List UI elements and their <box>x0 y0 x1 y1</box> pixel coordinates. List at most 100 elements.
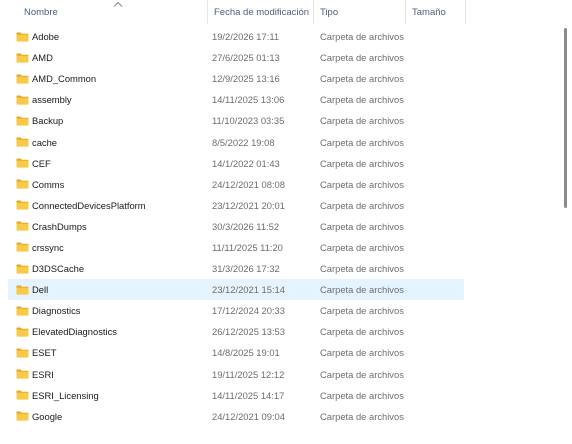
file-name: AMD_Common <box>32 73 97 85</box>
file-name-cell[interactable]: ESRI <box>16 364 54 385</box>
column-header-name[interactable]: Nombre <box>6 0 208 24</box>
column-header-date[interactable]: Fecha de modificación <box>208 0 314 24</box>
file-name-cell[interactable]: CrashDumps <box>16 216 87 237</box>
file-name-cell[interactable]: Backup <box>16 110 63 131</box>
column-header-name-label: Nombre <box>24 6 58 18</box>
folder-icon <box>16 369 29 379</box>
file-name-cell[interactable]: AMD_Common <box>16 68 96 89</box>
file-type: Carpeta de archivos <box>320 305 404 317</box>
file-list: Adobe 19/2/2026 17:11 Carpeta de archivos A… <box>0 26 560 427</box>
modified-date: 19/2/2026 17:11 <box>212 31 280 43</box>
folder-icon <box>16 32 29 42</box>
modified-date: 8/5/2022 19:08 <box>212 136 275 148</box>
file-name: Backup <box>32 115 64 127</box>
modified-date: 31/3/2026 17:32 <box>212 263 280 275</box>
file-row[interactable]: ElevatedDiagnostics 26/12/2025 13:53 Carpe… <box>0 321 560 342</box>
file-row[interactable]: crssync 11/11/2025 11:20 Carpeta de archiv… <box>0 237 560 258</box>
file-name: ESET <box>32 347 57 359</box>
file-name-cell[interactable]: AMD <box>16 47 53 68</box>
folder-icon <box>16 242 29 253</box>
file-name: Diagnostics <box>32 305 81 317</box>
scrollbar-thumb[interactable] <box>564 28 567 208</box>
folder-icon <box>16 53 29 63</box>
file-row[interactable]: Dell 23/12/2021 15:14 Carpeta de archivos <box>0 279 560 301</box>
modified-date: 19/11/2025 12:12 <box>212 368 285 380</box>
file-row[interactable]: Backup 11/10/2023 03:35 Carpeta de archivo… <box>0 110 560 131</box>
file-row[interactable]: D3DSCache 31/3/2026 17:32 Carpeta de archi… <box>0 258 560 279</box>
file-name: Adobe <box>32 31 60 43</box>
modified-date: 17/12/2024 20:33 <box>212 305 285 317</box>
file-name: Comms <box>32 178 65 190</box>
file-type: Carpeta de archivos <box>320 326 404 338</box>
file-row[interactable]: assembly 14/11/2025 13:06 Carpeta de archi… <box>0 89 560 110</box>
file-name: CrashDumps <box>32 220 87 232</box>
file-name: CEF <box>32 157 51 169</box>
file-row[interactable]: ESET 14/8/2025 19:01 Carpeta de archivos <box>0 342 560 363</box>
file-name-cell[interactable]: Dell <box>16 279 48 300</box>
file-name: ConnectedDevicesPlatform <box>32 199 146 211</box>
file-name-cell[interactable]: assembly <box>16 89 72 110</box>
modified-date: 14/11/2025 14:17 <box>212 389 285 401</box>
chevron-up-icon <box>113 1 123 7</box>
folder-icon <box>16 116 29 126</box>
file-name-cell[interactable]: Google <box>16 406 62 427</box>
file-type: Carpeta de archivos <box>320 284 404 296</box>
modified-date: 30/3/2026 11:52 <box>212 220 280 232</box>
file-name-cell[interactable]: ESRI_Licensing <box>16 385 99 406</box>
file-row[interactable]: AMD_Common 12/9/2025 13:16 Carpeta de arch… <box>0 68 560 89</box>
modified-date: 24/12/2021 08:08 <box>212 178 285 190</box>
modified-date: 14/11/2025 13:06 <box>212 94 285 106</box>
file-type: Carpeta de archivos <box>320 115 404 127</box>
file-name-cell[interactable]: crssync <box>16 237 64 258</box>
file-name-cell[interactable]: ConnectedDevicesPlatform <box>16 195 146 216</box>
file-name: ESRI_Licensing <box>32 389 99 401</box>
file-name-cell[interactable]: D3DSCache <box>16 258 84 279</box>
file-type: Carpeta de archivos <box>320 389 404 401</box>
file-type: Carpeta de archivos <box>320 73 404 85</box>
file-name-cell[interactable]: Diagnostics <box>16 300 80 321</box>
file-type: Carpeta de archivos <box>320 263 404 275</box>
folder-icon <box>16 137 29 147</box>
file-row[interactable]: CrashDumps 30/3/2026 11:52 Carpeta de arch… <box>0 216 560 237</box>
folder-icon <box>16 179 29 189</box>
modified-date: 27/6/2025 01:13 <box>212 52 280 64</box>
file-row[interactable]: AMD 27/6/2025 01:13 Carpeta de archivos <box>0 47 560 68</box>
file-row[interactable]: ConnectedDevicesPlatform 23/12/2021 20:01… <box>0 195 560 216</box>
file-name-cell[interactable]: CEF <box>16 153 51 174</box>
file-name-cell[interactable]: Adobe <box>16 26 59 47</box>
folder-icon <box>16 264 29 274</box>
folder-icon <box>16 285 29 295</box>
file-row[interactable]: Comms 24/12/2021 08:08 Carpeta de archivos <box>0 174 560 195</box>
folder-icon <box>16 221 29 231</box>
file-type: Carpeta de archivos <box>320 94 404 106</box>
file-name: AMD <box>32 52 53 64</box>
modified-date: 23/12/2021 15:14 <box>212 284 285 296</box>
file-name: D3DSCache <box>32 263 85 275</box>
folder-icon <box>16 411 29 421</box>
file-type: Carpeta de archivos <box>320 368 404 380</box>
folder-icon <box>16 327 29 337</box>
file-name-cell[interactable]: Comms <box>16 174 64 195</box>
folder-icon <box>16 158 29 168</box>
file-row[interactable]: ESRI 19/11/2025 12:12 Carpeta de archivos <box>0 364 560 385</box>
file-name-cell[interactable]: ElevatedDiagnostics <box>16 321 117 342</box>
file-row[interactable]: Diagnostics 17/12/2024 20:33 Carpeta de ar… <box>0 300 560 321</box>
vertical-scrollbar[interactable] <box>560 24 572 444</box>
file-row[interactable]: cache 8/5/2022 19:08 Carpeta de archivos <box>0 131 560 152</box>
modified-date: 24/12/2021 09:04 <box>212 410 285 422</box>
column-header-type[interactable]: Tipo <box>314 0 406 24</box>
folder-icon <box>16 95 29 105</box>
file-row[interactable]: Google 24/12/2021 09:04 Carpeta de archivo… <box>0 406 560 427</box>
file-name: assembly <box>32 94 72 106</box>
folder-icon <box>16 74 29 84</box>
file-row[interactable]: ESRI_Licensing 14/11/2025 14:17 Carpeta de… <box>0 385 560 406</box>
column-header-size[interactable]: Tamaño <box>406 0 466 24</box>
file-name-cell[interactable]: ESET <box>16 342 57 363</box>
file-name-cell[interactable]: cache <box>16 131 57 152</box>
file-row[interactable]: Adobe 19/2/2026 17:11 Carpeta de archivos <box>0 26 560 47</box>
column-header-type-label: Tipo <box>320 6 339 18</box>
folder-icon <box>16 306 29 316</box>
file-name: Google <box>32 410 63 422</box>
file-row[interactable]: CEF 14/1/2022 01:43 Carpeta de archivos <box>0 153 560 174</box>
file-name: ElevatedDiagnostics <box>32 326 117 338</box>
